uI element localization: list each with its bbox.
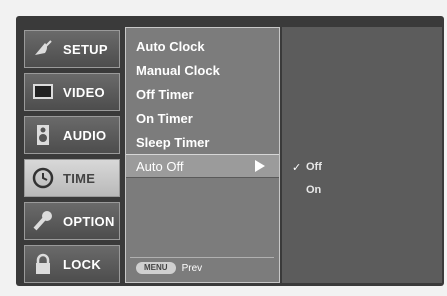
wrench-icon [31, 209, 55, 233]
satellite-dish-icon [31, 37, 55, 61]
clock-icon [31, 166, 55, 190]
check-icon: ✓ [292, 162, 302, 174]
sidebar-item-label: LOCK [63, 256, 102, 272]
time-menu: Auto Clock Manual Clock Off Timer On Tim… [125, 27, 280, 283]
arrow-right-icon [255, 160, 265, 172]
sidebar-item-time[interactable]: TIME [24, 159, 120, 197]
sidebar: SETUP VIDEO AUDIO TIME OPTION LOCK [24, 26, 120, 284]
sidebar-item-label: SETUP [63, 41, 108, 57]
sidebar-item-label: TIME [63, 170, 96, 186]
sidebar-item-option[interactable]: OPTION [24, 202, 120, 240]
sidebar-item-label: AUDIO [63, 127, 107, 143]
menu-footer: MENU Prev [130, 257, 274, 278]
speaker-icon [31, 123, 55, 147]
tv-screen-icon [31, 80, 55, 104]
auto-off-submenu: ✓ Off On [282, 27, 442, 283]
menu-key-badge: MENU [136, 262, 176, 274]
menu-item-off-timer[interactable]: Off Timer [126, 82, 279, 106]
menu-item-sleep-timer[interactable]: Sleep Timer [126, 130, 279, 154]
option-off[interactable]: Off [306, 161, 322, 173]
menu-item-on-timer[interactable]: On Timer [126, 106, 279, 130]
menu-item-auto-clock[interactable]: Auto Clock [126, 34, 279, 58]
sidebar-item-label: VIDEO [63, 84, 105, 100]
menu-item-manual-clock[interactable]: Manual Clock [126, 58, 279, 82]
sidebar-item-setup[interactable]: SETUP [24, 30, 120, 68]
menu-footer-text: Prev [181, 262, 203, 274]
sidebar-item-lock[interactable]: LOCK [24, 245, 120, 283]
sidebar-item-audio[interactable]: AUDIO [24, 116, 120, 154]
sidebar-item-video[interactable]: VIDEO [24, 73, 120, 111]
padlock-icon [31, 252, 55, 276]
menu-item-label: Auto Off [136, 158, 184, 174]
sidebar-item-label: OPTION [63, 213, 115, 229]
option-on[interactable]: On [306, 184, 321, 196]
menu-item-auto-off[interactable]: Auto Off [126, 154, 279, 178]
